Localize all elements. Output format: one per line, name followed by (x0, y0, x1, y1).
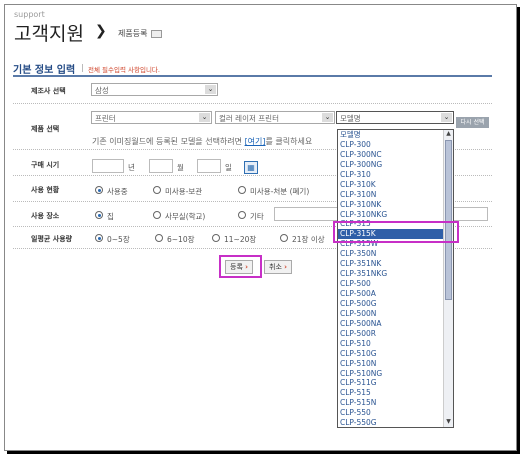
model-list-item[interactable]: CLP-510NG (338, 369, 453, 379)
usage-in-use-radio[interactable] (95, 186, 103, 194)
usage-in-use-label: 사용중 (107, 187, 128, 196)
place-office-radio[interactable] (153, 211, 161, 219)
model-list-item[interactable]: CLP-350N (338, 249, 453, 259)
register-highlight (219, 255, 262, 278)
daily-21plus-label: 21장 이상 (292, 235, 325, 244)
chevron-right-icon: › (284, 263, 288, 271)
usage-label: 사용 현황 (31, 186, 60, 194)
product-type-value: 프린터 (95, 114, 116, 123)
model-select[interactable]: 모델명 ⌄ (336, 111, 454, 124)
place-other-radio[interactable] (238, 211, 246, 219)
product-sub-select[interactable]: 컬러 레이저 프린터 ⌄ (215, 111, 335, 124)
place-office-label: 사무실(학교) (165, 212, 206, 221)
model-list-item[interactable]: CLP-500NA (338, 319, 453, 329)
model-list-item[interactable]: CLP-310 (338, 170, 453, 180)
window-frame: support 고객지원 ❯ 제품등록 기본 정보 입력 전체 필수입력 사항입… (4, 4, 517, 451)
model-list-item[interactable]: CLP-500R (338, 329, 453, 339)
daily-6-10-radio[interactable] (155, 234, 163, 242)
daily-0-5-label: 0~5장 (107, 235, 130, 244)
chevron-down-icon: ⌄ (205, 85, 216, 94)
model-list-item[interactable]: CLP-351NK (338, 259, 453, 269)
year-input[interactable] (92, 159, 124, 173)
envelope-icon (151, 29, 163, 38)
model-list-item[interactable]: CLP-510N (338, 359, 453, 369)
place-label: 사용 장소 (31, 212, 60, 220)
daily-21plus-radio[interactable] (280, 234, 288, 242)
model-list-item[interactable]: CLP-310NKG (338, 210, 453, 220)
model-list-item[interactable]: CLP-310K (338, 180, 453, 190)
daily-label: 일평균 사용량 (31, 235, 73, 243)
maker-select[interactable]: 삼성 ⌄ (91, 83, 218, 96)
model-dropdown-list[interactable]: 모델명 CLP-300 CLP-300NC CLP-300NG CLP-310 CLP-3… (337, 129, 454, 428)
model-list-item[interactable]: CLP-500G (338, 299, 453, 309)
day-input[interactable] (197, 159, 221, 173)
required-note: 전체 필수입력 사항입니다. (82, 64, 160, 74)
breadcrumb-label: 제품등록 (118, 29, 148, 38)
daily-11-20-label: 11~20장 (224, 235, 257, 244)
model-list-item[interactable]: CLP-500N (338, 309, 453, 319)
maker-row: 제조사 선택 삼성 ⌄ (13, 76, 492, 104)
model-list-item[interactable]: CLP-300NC (338, 150, 453, 160)
product-sub-value: 컬러 레이저 프린터 (219, 114, 279, 123)
scroll-up-icon[interactable]: ▲ (444, 130, 453, 139)
place-other-label: 기타 (250, 212, 264, 221)
daily-6-10-label: 6~10장 (167, 235, 195, 244)
usage-disposed-radio[interactable] (238, 186, 246, 194)
product-note: 기존 이미징월드에 등록된 모델을 선택하려면 [여기]를 클릭하세요 (92, 136, 312, 147)
breadcrumb: 제품등록 (118, 28, 163, 39)
usage-disposed-label: 미사용-처분 (폐기) (250, 187, 310, 196)
model-list-item[interactable]: CLP-515N (338, 398, 453, 408)
month-suffix: 월 (177, 163, 184, 172)
model-list-items: 모델명 CLP-300 CLP-300NC CLP-300NG CLP-310 CLP-3… (338, 130, 453, 427)
model-list-item[interactable]: 모델명 (338, 130, 453, 140)
month-input[interactable] (149, 159, 173, 173)
scroll-down-icon[interactable]: ▼ (444, 418, 453, 427)
note-text: 기존 이미징월드에 등록된 모델을 선택하려면 (92, 137, 243, 146)
cancel-button-label: 취소 (269, 263, 282, 271)
model-list-item[interactable]: CLP-310N (338, 190, 453, 200)
model-list-item[interactable]: CLP-510 (338, 339, 453, 349)
product-type-select[interactable]: 프린터 ⌄ (91, 111, 212, 124)
breadcrumb-arrow-icon: ❯ (95, 23, 107, 39)
chevron-down-icon: ⌄ (322, 113, 333, 122)
reselect-button[interactable]: 다시 선택 (456, 117, 489, 128)
usage-stored-label: 미사용-보관 (165, 187, 203, 196)
place-home-radio[interactable] (95, 211, 103, 219)
model-list-item[interactable]: CLP-550G (338, 418, 453, 427)
note-text-post: 를 클릭하세요 (265, 137, 313, 146)
page-title: 고객지원 (14, 23, 84, 45)
product-label: 제품 선택 (31, 125, 60, 133)
here-link[interactable]: [여기] (245, 137, 266, 146)
list-scrollbar[interactable]: ▲ ▼ (443, 130, 453, 427)
model-list-item[interactable]: CLP-500A (338, 289, 453, 299)
model-list-item[interactable]: CLP-300NG (338, 160, 453, 170)
usage-stored-radio[interactable] (153, 186, 161, 194)
support-label: support (14, 10, 45, 19)
selected-model-highlight (333, 221, 459, 243)
model-list-item[interactable]: CLP-511G (338, 378, 453, 388)
day-suffix: 일 (225, 163, 232, 172)
place-home-label: 집 (107, 212, 114, 221)
chevron-down-icon: ⌄ (199, 113, 210, 122)
scroll-thumb[interactable] (445, 140, 452, 300)
chevron-down-icon: ⌄ (441, 113, 452, 122)
model-list-item[interactable]: CLP-310NK (338, 200, 453, 210)
model-list-item[interactable]: CLP-351NKG (338, 269, 453, 279)
calendar-icon[interactable]: ▦ (244, 161, 258, 174)
model-list-item[interactable]: CLP-510G (338, 349, 453, 359)
purchase-label: 구매 시기 (31, 161, 60, 169)
model-list-item[interactable]: CLP-300 (338, 140, 453, 150)
cancel-button[interactable]: 취소 › (264, 260, 293, 274)
section-title: 기본 정보 입력 (13, 65, 76, 76)
daily-11-20-radio[interactable] (212, 234, 220, 242)
year-suffix: 년 (128, 163, 135, 172)
maker-label: 제조사 선택 (31, 87, 66, 95)
model-select-value: 모델명 (340, 114, 361, 123)
model-list-item[interactable]: CLP-550 (338, 408, 453, 418)
maker-select-value: 삼성 (95, 86, 109, 95)
model-list-item[interactable]: CLP-500 (338, 279, 453, 289)
daily-0-5-radio[interactable] (95, 234, 103, 242)
model-list-item[interactable]: CLP-515 (338, 388, 453, 398)
